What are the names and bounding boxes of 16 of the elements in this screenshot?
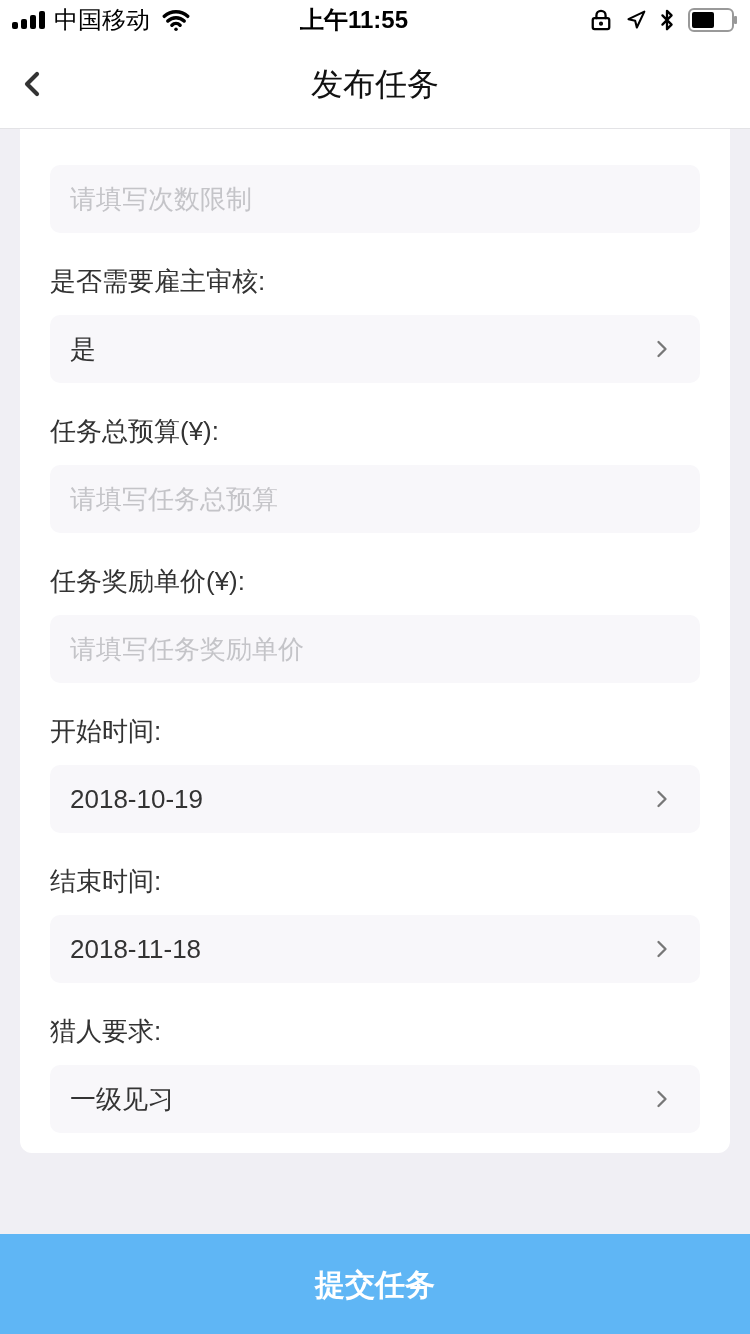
- field-label: 是否需要雇主审核:: [50, 265, 267, 298]
- field-label: 任务奖励单价(¥):: [50, 565, 246, 598]
- status-time: 上午11:55: [300, 5, 409, 35]
- signal-icon: [12, 11, 48, 29]
- location-icon: [626, 10, 646, 30]
- field-label: 任务总预算(¥):: [50, 415, 220, 448]
- field-label: 结束时间:: [50, 865, 163, 898]
- carrier-name: 中国移动: [54, 5, 150, 35]
- field-label: 开始时间:: [50, 715, 163, 748]
- page-title: 发布任务: [311, 65, 439, 104]
- select-field[interactable]: 一级见习: [50, 1065, 700, 1133]
- select-field[interactable]: 2018-11-18: [50, 915, 700, 983]
- select-field[interactable]: 是: [50, 315, 700, 383]
- field-label: 猎人要求:: [50, 1015, 163, 1048]
- select-field[interactable]: 2018-10-19: [50, 765, 700, 833]
- battery-icon: [688, 8, 738, 32]
